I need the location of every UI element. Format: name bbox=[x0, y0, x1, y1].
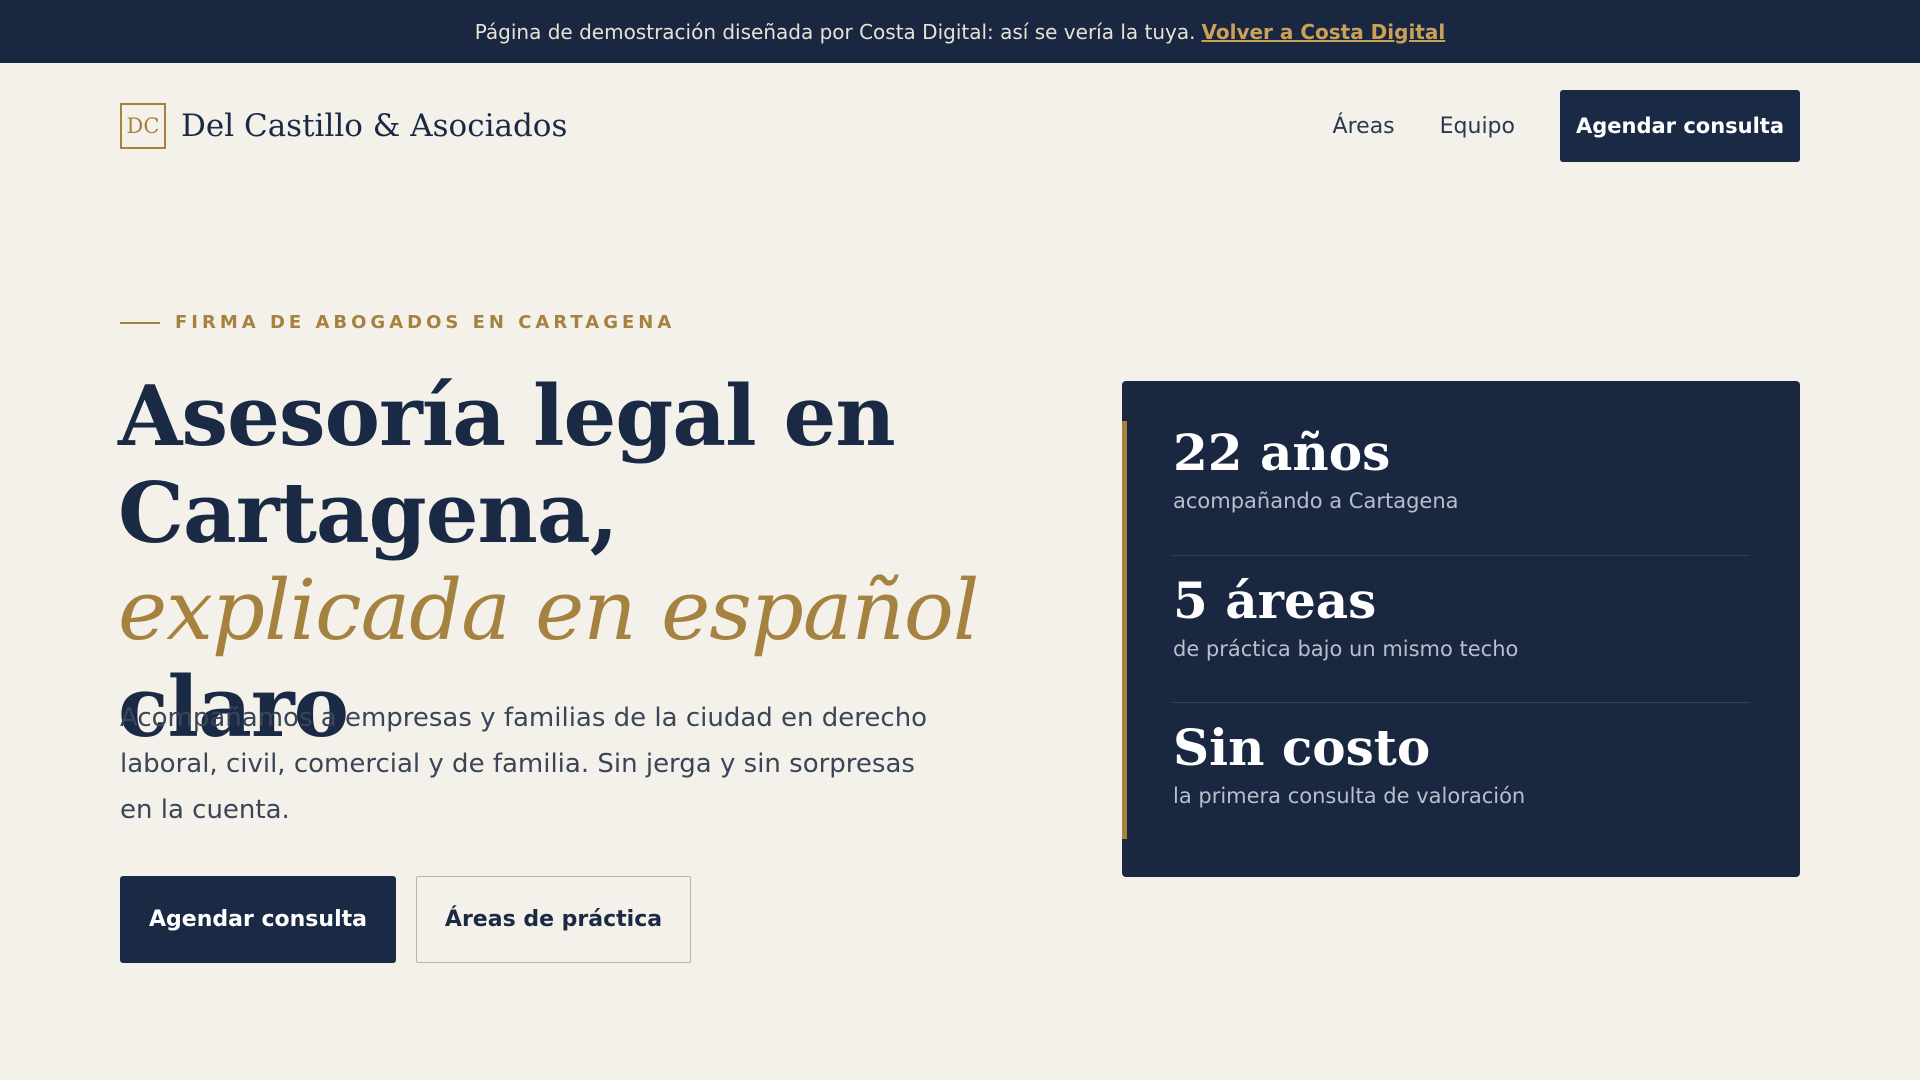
hero-eyebrow: FIRMA DE ABOGADOS EN CARTAGENA bbox=[120, 312, 675, 333]
stats-accent-bar bbox=[1122, 421, 1127, 839]
stat-years: 22 años acompañando a Cartagena bbox=[1173, 423, 1749, 513]
eyebrow-text: FIRMA DE ABOGADOS EN CARTAGENA bbox=[175, 312, 676, 333]
stat-label: la primera consulta de valoración bbox=[1173, 784, 1526, 808]
hero-schedule-button[interactable]: Agendar consulta bbox=[120, 876, 396, 963]
stat-free-consult: Sin costo la primera consulta de valorac… bbox=[1173, 718, 1749, 808]
hero-cta-row: Agendar consulta Áreas de práctica bbox=[120, 876, 691, 963]
stat-divider bbox=[1173, 555, 1749, 556]
demo-banner: Página de demostración diseñada por Cost… bbox=[0, 0, 1920, 63]
logo-mark: DC bbox=[120, 103, 166, 149]
headline-part1: Asesoría legal en Cartagena, bbox=[118, 367, 896, 562]
stat-divider bbox=[1173, 702, 1749, 703]
nav-item-equipo[interactable]: Equipo bbox=[1440, 114, 1515, 139]
demo-banner-text: Página de demostración diseñada por Cost… bbox=[474, 19, 1196, 44]
brand[interactable]: DC Del Castillo & Asociados bbox=[120, 103, 567, 149]
practice-areas-button[interactable]: Áreas de práctica bbox=[416, 876, 691, 963]
stat-value: 5 áreas bbox=[1173, 571, 1377, 630]
stat-label: acompañando a Cartagena bbox=[1173, 489, 1459, 513]
site-header: DC Del Castillo & Asociados Áreas Equipo… bbox=[120, 90, 1800, 162]
back-to-costa-digital-link[interactable]: Volver a Costa Digital bbox=[1201, 20, 1445, 44]
stat-label: de práctica bajo un mismo techo bbox=[1173, 637, 1519, 661]
stats-card: 22 años acompañando a Cartagena 5 áreas … bbox=[1122, 381, 1800, 877]
nav-item-areas[interactable]: Áreas bbox=[1333, 114, 1395, 139]
hero-lead: Acompañamos a empresas y familias de la … bbox=[120, 703, 928, 825]
eyebrow-line bbox=[120, 321, 160, 324]
header-schedule-button[interactable]: Agendar consulta bbox=[1560, 90, 1800, 162]
stat-value: Sin costo bbox=[1173, 718, 1431, 777]
main-nav: Áreas Equipo Agendar consulta bbox=[1333, 90, 1800, 162]
stat-areas: 5 áreas de práctica bajo un mismo techo bbox=[1173, 571, 1749, 661]
stat-value: 22 años bbox=[1173, 423, 1391, 482]
brand-name: Del Castillo & Asociados bbox=[181, 108, 568, 144]
headline-accent: explicada en español bbox=[118, 562, 979, 659]
